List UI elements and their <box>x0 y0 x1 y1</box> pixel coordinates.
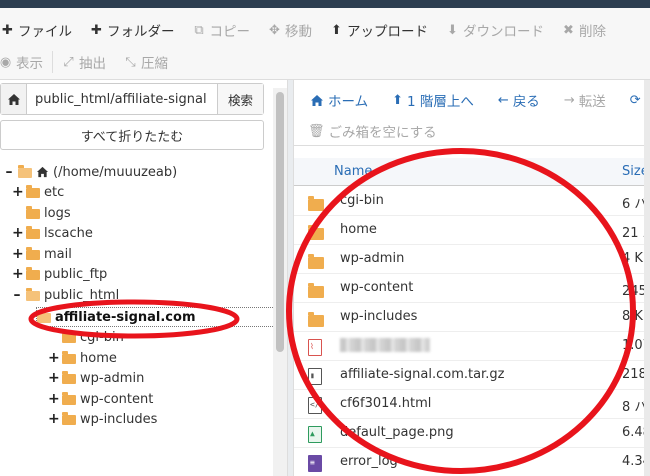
tree-node-etc[interactable]: + etc <box>12 182 64 202</box>
file-list-scrollbar[interactable] <box>644 80 650 476</box>
text-file-icon: ≡ <box>308 455 322 472</box>
folder-icon <box>26 206 40 219</box>
copy-button[interactable]: ⧉ コピー <box>184 17 260 43</box>
download-icon: ⬇ <box>447 22 458 38</box>
tree-node-public-ftp[interactable]: + public_ftp <box>12 264 107 284</box>
tree-scrollbar[interactable] <box>273 88 287 476</box>
folder-icon <box>308 225 324 240</box>
new-file-button[interactable]: ✚ ファイル <box>0 17 81 43</box>
column-header-name[interactable]: Name <box>334 164 372 179</box>
folder-icon <box>62 371 76 384</box>
upload-icon: ⬆ <box>331 22 342 38</box>
home-icon <box>36 166 49 178</box>
folder-icon <box>62 392 76 405</box>
eye-icon: ◉ <box>0 54 12 70</box>
file-row[interactable]: wp-content 245 バ <box>294 274 650 303</box>
home-icon[interactable] <box>1 84 27 114</box>
compress-button[interactable]: ⤡ 圧縮 <box>115 49 177 75</box>
close-icon: ✖ <box>563 22 574 38</box>
copy-icon: ⧉ <box>194 22 204 38</box>
tree-node-home-sub[interactable]: + home <box>48 348 117 368</box>
file-nav-bar: ホーム ⬆ 1 階層上へ ← 戻る → 転送 ⟳ 再 🗑 ごみ箱を空にする <box>294 80 650 146</box>
plus-icon: ✚ <box>91 22 102 38</box>
move-button[interactable]: ✥ 移動 <box>259 17 321 43</box>
tree-node-logs[interactable]: logs <box>12 203 71 223</box>
folder-tree-pane: 検索 すべて折りたたむ – (/home/muuuzeab) + etc log… <box>0 80 288 476</box>
file-row[interactable]: ▮ affiliate-signal.com.tar.gz 218.8 <box>294 361 650 390</box>
tree-node-wp-includes[interactable]: + wp-includes <box>48 409 157 429</box>
folder-icon <box>26 185 40 198</box>
compress-icon: ⤡ <box>125 54 136 70</box>
tree-node-affiliate-signal[interactable]: affiliate-signal.com <box>36 307 275 327</box>
redacted-file-name <box>340 338 430 356</box>
file-row[interactable]: wp-includes 8 KB <box>294 303 650 332</box>
folder-open-icon <box>18 165 32 178</box>
move-icon: ✥ <box>269 22 280 38</box>
toolbar-row-1: ✚ ファイル ✚ フォルダー ⧉ コピー ✥ 移動 ⬆ アップロード ⬇ ダウン… <box>0 14 615 46</box>
folder-icon <box>62 412 76 425</box>
file-table-header: Name Size <box>294 158 650 186</box>
file-toolbar: ✚ ファイル ✚ フォルダー ⧉ コピー ✥ 移動 ⬆ アップロード ⬇ ダウン… <box>0 8 650 80</box>
pdf-file-icon: ⌇ <box>308 339 322 356</box>
tree-node-wp-admin[interactable]: + wp-admin <box>48 368 144 388</box>
path-go-button[interactable]: 検索 <box>217 84 263 114</box>
file-row[interactable]: ≡ error_log 4.34 <box>294 448 650 476</box>
expand-icon: ⤢ <box>63 54 74 70</box>
home-icon <box>311 94 323 106</box>
tree-toggle[interactable]: – <box>4 164 14 180</box>
tree-node-wp-content[interactable]: + wp-content <box>48 389 153 409</box>
image-file-icon: ▲ <box>308 426 322 443</box>
file-row[interactable]: home 21 バ <box>294 216 650 245</box>
collapse-all-button[interactable]: すべて折りたたむ <box>0 120 264 150</box>
toolbar-row-2: ◉ 表示 ⤢ 抽出 ⤡ 圧縮 <box>0 46 177 78</box>
arrow-left-icon: ← <box>497 92 509 108</box>
folder-icon <box>308 283 324 298</box>
file-row[interactable]: ⌇ 1.07 <box>294 332 650 361</box>
back-button[interactable]: ← 戻る <box>482 90 548 111</box>
folder-icon <box>62 351 76 364</box>
file-row[interactable]: wp-admin 4 KB <box>294 245 650 274</box>
trash-icon: 🗑 <box>308 123 325 139</box>
nav-row: ホーム ⬆ 1 階層上へ ← 戻る → 転送 ⟳ 再 <box>294 87 650 113</box>
download-button[interactable]: ⬇ ダウンロード <box>437 17 553 43</box>
tree-node-home[interactable]: – (/home/muuuzeab) <box>4 162 178 182</box>
arrow-right-icon: → <box>563 92 575 108</box>
forward-button[interactable]: → 転送 <box>548 90 614 111</box>
folder-icon <box>62 330 76 343</box>
view-button[interactable]: ◉ 表示 <box>0 49 52 75</box>
tree-node-cgi-bin[interactable]: cgi-bin <box>48 327 124 347</box>
plus-icon: ✚ <box>2 22 13 38</box>
folder-icon <box>308 254 324 269</box>
home-button[interactable]: ホーム <box>294 90 376 110</box>
top-header-bar <box>0 0 650 8</box>
archive-file-icon: ▮ <box>308 368 322 385</box>
nav-row-2: 🗑 ごみ箱を空にする <box>294 118 445 144</box>
folder-open-icon <box>37 310 51 323</box>
tree-node-lscache[interactable]: + lscache <box>12 223 93 243</box>
level-up-icon: ⬆ <box>392 92 404 108</box>
folder-icon <box>308 196 324 211</box>
file-row[interactable]: </> cf6f3014.html 8 バ <box>294 390 650 419</box>
extract-button[interactable]: ⤢ 抽出 <box>53 49 115 75</box>
folder-icon <box>26 267 40 280</box>
folder-icon <box>26 247 40 260</box>
empty-trash-button[interactable]: 🗑 ごみ箱を空にする <box>294 121 445 142</box>
new-folder-button[interactable]: ✚ フォルダー <box>81 17 184 43</box>
refresh-icon: ⟳ <box>629 92 641 108</box>
path-search-group: 検索 <box>0 83 264 115</box>
folder-icon <box>308 312 324 327</box>
tree-node-mail[interactable]: + mail <box>12 244 72 264</box>
folder-open-icon <box>26 288 40 301</box>
path-input[interactable] <box>27 84 217 114</box>
upload-button[interactable]: ⬆ アップロード <box>321 17 437 43</box>
up-one-level-button[interactable]: ⬆ 1 階層上へ <box>376 90 482 111</box>
file-list-pane: ホーム ⬆ 1 階層上へ ← 戻る → 転送 ⟳ 再 🗑 ごみ箱を空にする <box>293 80 650 476</box>
delete-button[interactable]: ✖ 削除 <box>553 17 615 43</box>
tree-node-public-html[interactable]: – public_html <box>12 285 120 305</box>
code-file-icon: </> <box>308 397 324 414</box>
file-row[interactable]: cgi-bin 6 バ <box>294 187 650 216</box>
file-row[interactable]: ▲ default_page.png 6.48 <box>294 419 650 448</box>
tree-scrollbar-thumb[interactable] <box>276 92 284 352</box>
folder-icon <box>26 226 40 239</box>
